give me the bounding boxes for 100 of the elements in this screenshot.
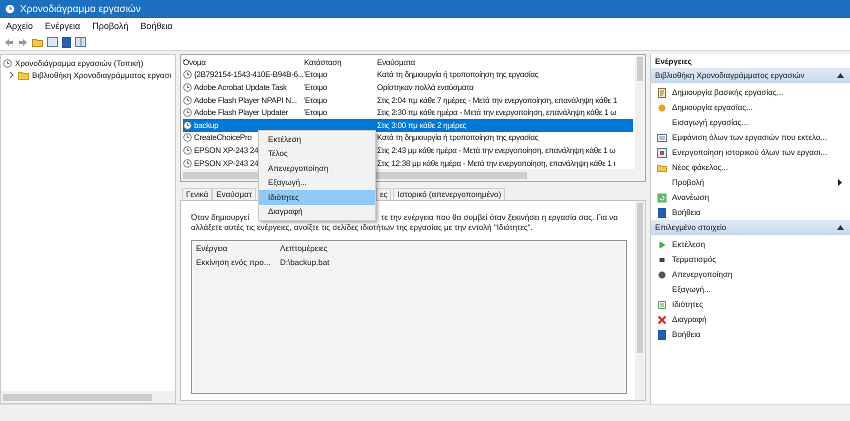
column-header[interactable]: Ενέργεια: [196, 244, 280, 252]
action-item[interactable]: Εισαγωγή εργασίας...: [651, 115, 850, 130]
task-name: {2B792154-1543-410E-B94B-6...: [194, 70, 304, 80]
menu-item[interactable]: Ενέργεια: [44, 21, 80, 31]
horizontal-scrollbar[interactable]: [1, 391, 175, 403]
tree-item[interactable]: Χρονοδιάγραμμα εργασιών (Τοπική): [15, 58, 144, 68]
description-text: τε την ενέργεια που θα συμβεί όταν ξεκινήσει η εργασία σας. Για να: [381, 213, 618, 222]
menu-item[interactable]: Εξαγωγή...: [259, 176, 375, 190]
task-name: Adobe Acrobat Update Task: [194, 82, 287, 92]
clock-icon: [5, 4, 15, 14]
clock-icon: [183, 146, 192, 155]
tab[interactable]: Γενικά: [182, 188, 212, 200]
clock-icon: [183, 108, 192, 118]
task-trigger: Στις 2:30 πμ κάθε ημέρα - Μετά την ενεργοποίηση, επανάληψη κάθε 1 ω: [377, 108, 616, 118]
submenu-arrow-icon: [838, 179, 842, 186]
section-header[interactable]: Βιβλιοθήκη Χρονοδιαγράμματος εργασιών: [651, 68, 850, 83]
document-icon: [657, 88, 667, 98]
forward-arrow-icon[interactable]: [18, 38, 28, 46]
task-status: Έτοιμο: [304, 108, 328, 118]
vertical-scrollbar[interactable]: [635, 201, 645, 400]
column-header[interactable]: Κατάσταση: [304, 58, 342, 67]
tab[interactable]: Εναύσματ: [212, 188, 256, 200]
delete-icon: [657, 314, 667, 324]
collapse-icon[interactable]: [837, 73, 844, 78]
action-item[interactable]: Ανανέωση: [651, 190, 850, 205]
menu-item[interactable]: Ιδιότητες: [259, 190, 375, 204]
clock-icon: [183, 70, 192, 80]
selected-row-highlight[interactable]: backup Στις 3:00 πμ κάθε 2 ημέρες: [183, 118, 633, 132]
column-header[interactable]: Λεπτομέρειες: [280, 244, 626, 252]
tree-item[interactable]: Βιβλιοθήκη Χρονοδιαγράμματος εργασι: [32, 70, 172, 80]
action-item[interactable]: Δημιουργία βασικής εργασίας...: [651, 85, 850, 100]
description-text: αλλάξετε αυτές τις ενέργειες, ανοίξτε τις σελίδες ιδιοτήτων της εργασίας με την εντολή "Ιδιότητες".: [191, 223, 533, 232]
task-name: Adobe Flash Player NPAPI N...: [194, 96, 297, 105]
properties-icon: [657, 300, 667, 310]
folder-icon[interactable]: [32, 37, 43, 47]
section-title: Βιβλιοθήκη Χρονοδιαγράμματος εργασιών: [655, 71, 804, 80]
menu-item[interactable]: Απενεργοποίηση: [259, 161, 375, 176]
task-name: backup: [194, 120, 218, 130]
action-item[interactable]: Προβολή: [651, 175, 850, 190]
menu-item[interactable]: Βοήθεια: [140, 21, 173, 31]
task-trigger: Στις 2:04 πμ κάθε 7 ημέρες - Μετά την ενεργοποίηση, επανάληψη κάθε 1: [377, 96, 618, 105]
menu-item[interactable]: Εκτέλεση: [259, 132, 375, 146]
clock-icon: [183, 82, 192, 92]
column-header[interactable]: Όνομα: [183, 58, 206, 67]
back-arrow-icon[interactable]: [4, 38, 14, 46]
action-item[interactable]: Ενεργοποίηση ιστορικού όλων των εργασι...: [651, 145, 850, 160]
action-item[interactable]: Νέος φάκελος...: [651, 160, 850, 175]
collapse-icon[interactable]: [837, 225, 844, 230]
task-status: Έτοιμο: [304, 96, 328, 105]
clock-icon: [183, 96, 192, 105]
folder-icon: [657, 162, 667, 172]
list-icon: [657, 132, 667, 142]
section-header[interactable]: Επιλεγμένο στοιχείο: [651, 220, 850, 235]
action-item[interactable]: Εξαγωγή...: [651, 282, 850, 297]
task-trigger: Στις 2:43 μμ κάθε ημέρα - Μετά την ενεργοποίηση, επανάληψη κάθε 1 ω: [377, 146, 616, 155]
task-name: EPSON XP-243 24: [194, 146, 258, 155]
folder-icon: [18, 70, 29, 80]
action-item[interactable]: Εκτέλεση: [651, 237, 850, 252]
tab[interactable]: Ιστορικό (απενεργοποιημένο): [393, 188, 506, 200]
task-trigger: Στις 12:38 μμ κάθε ημέρα - Μετά την ενεργοποίηση, επανάληψη κάθε 1 ι: [377, 158, 616, 168]
action-item[interactable]: Τερματισμός: [651, 252, 850, 267]
clock-icon: [183, 133, 192, 142]
action-item[interactable]: Βοήθεια: [651, 327, 850, 342]
menu-item[interactable]: Τέλος: [259, 146, 375, 161]
task-name: EPSON XP-243 24: [194, 158, 258, 168]
clock-icon: [3, 58, 12, 68]
action-item[interactable]: Βοήθεια: [651, 205, 850, 220]
task-name: Adobe Flash Player Updater: [194, 108, 288, 118]
tab[interactable]: ες: [376, 188, 392, 200]
table-cell-text: Εκκίνηση ενός προ...: [196, 258, 272, 266]
action-item[interactable]: Απενεργοποίηση: [651, 267, 850, 282]
vertical-scrollbar[interactable]: [635, 55, 645, 169]
task-trigger: Κατά τη δημιουργία ή τροποποίηση της εργασίας: [377, 70, 538, 80]
task-status: Έτοιμο: [304, 70, 328, 80]
action-item[interactable]: Δημιουργία εργασίας...: [651, 100, 850, 115]
action-item[interactable]: Διαγραφή: [651, 312, 850, 327]
history-icon: [657, 148, 667, 158]
description-text: Όταν δημιουργεί: [191, 213, 250, 222]
action-item[interactable]: Εμφάνιση όλων των εργασιών που εκτελο...: [651, 130, 850, 145]
window-title: Χρονοδιάγραμμα εργασιών: [20, 4, 141, 14]
section-title: Επιλεγμένο στοιχείο: [655, 223, 726, 232]
task-trigger: Ορίστηκαν πολλά εναύσματα: [377, 82, 474, 92]
menu-item[interactable]: Διαγραφή: [259, 204, 375, 219]
clock-icon: [183, 120, 192, 130]
action-item[interactable]: Ιδιότητες: [651, 297, 850, 312]
task-name: CreateChoicePro: [194, 133, 252, 142]
panel-icon[interactable]: [75, 37, 86, 47]
menu-item[interactable]: Αρχείο: [6, 21, 33, 31]
task-trigger: Στις 3:00 πμ κάθε 2 ημέρες: [377, 120, 466, 130]
play-icon: [657, 240, 667, 250]
task-trigger: Κατά τη δημιουργία ή τροποποίηση της εργασίας: [377, 133, 538, 142]
column-header[interactable]: Εναύσματα: [377, 58, 415, 67]
panel-icon[interactable]: [47, 37, 58, 47]
task-status: Έτοιμο: [304, 82, 328, 92]
refresh-icon: [657, 192, 667, 202]
chevron-right-icon[interactable]: [9, 71, 15, 79]
menu-item[interactable]: Προβολή: [92, 21, 128, 31]
table-cell-text: D:\backup.bat: [280, 258, 330, 266]
clock-icon: [183, 158, 192, 168]
pane-title: Ενέργειες: [654, 56, 693, 68]
